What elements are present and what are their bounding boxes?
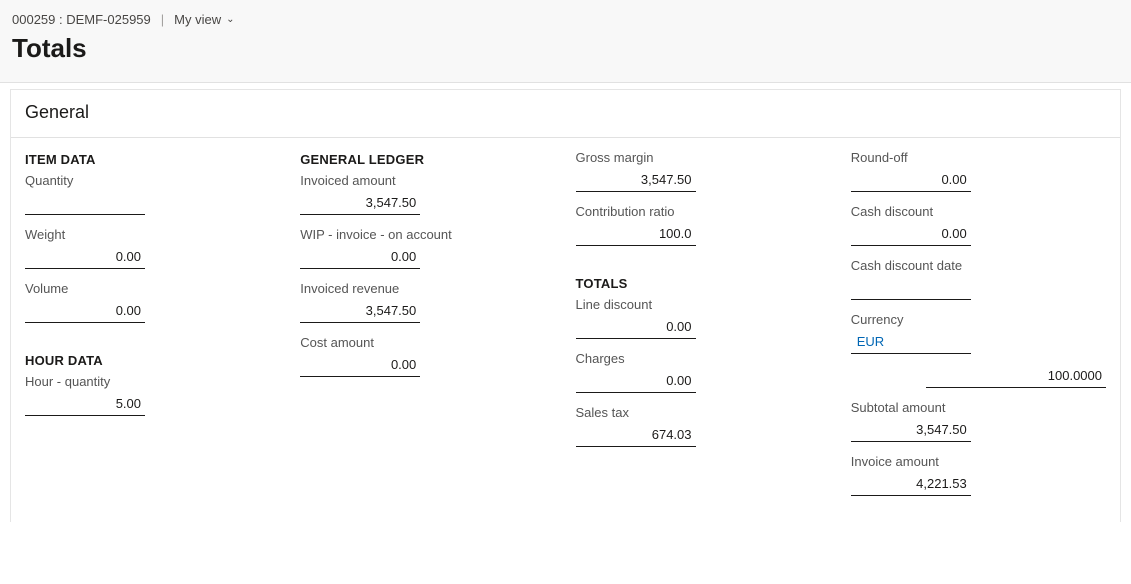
gross-margin-value[interactable]: 3,547.50 [576, 170, 696, 192]
invoiced-revenue-field: Invoiced revenue 3,547.50 [300, 281, 555, 323]
sales-tax-field: Sales tax 674.03 [576, 405, 831, 447]
invoiced-amount-label: Invoiced amount [300, 173, 555, 188]
line-discount-label: Line discount [576, 297, 831, 312]
cost-amount-value[interactable]: 0.00 [300, 355, 420, 377]
quantity-value[interactable] [25, 193, 145, 215]
totals-heading: TOTALS [576, 276, 831, 291]
invoiced-revenue-label: Invoiced revenue [300, 281, 555, 296]
line-discount-value[interactable]: 0.00 [576, 317, 696, 339]
charges-label: Charges [576, 351, 831, 366]
column-4: Round-off 0.00 Cash discount 0.00 Cash d… [841, 150, 1116, 508]
hour-quantity-field: Hour - quantity 5.00 [25, 374, 280, 416]
cash-discount-date-label: Cash discount date [851, 258, 1106, 273]
gross-margin-field: Gross margin 3,547.50 [576, 150, 831, 192]
contribution-ratio-label: Contribution ratio [576, 204, 831, 219]
wip-value[interactable]: 0.00 [300, 247, 420, 269]
exchange-rate-value[interactable]: 100.0000 [926, 366, 1106, 388]
quantity-label: Quantity [25, 173, 280, 188]
general-panel: General ITEM DATA Quantity Weight 0.00 V… [10, 89, 1121, 522]
column-1: ITEM DATA Quantity Weight 0.00 Volume 0.… [15, 150, 290, 508]
column-3: Gross margin 3,547.50 Contribution ratio… [566, 150, 841, 508]
invoiced-amount-field: Invoiced amount 3,547.50 [300, 173, 555, 215]
column-2: GENERAL LEDGER Invoiced amount 3,547.50 … [290, 150, 565, 508]
round-off-value[interactable]: 0.00 [851, 170, 971, 192]
chevron-down-icon: ⌄ [226, 14, 234, 25]
fields-grid: ITEM DATA Quantity Weight 0.00 Volume 0.… [11, 138, 1120, 522]
invoice-amount-label: Invoice amount [851, 454, 1106, 469]
invoiced-amount-value[interactable]: 3,547.50 [300, 193, 420, 215]
invoice-amount-value[interactable]: 4,221.53 [851, 474, 971, 496]
hour-data-heading: HOUR DATA [25, 353, 280, 368]
volume-label: Volume [25, 281, 280, 296]
round-off-field: Round-off 0.00 [851, 150, 1106, 192]
cash-discount-value[interactable]: 0.00 [851, 224, 971, 246]
gross-margin-label: Gross margin [576, 150, 831, 165]
view-selector-button[interactable]: My view ⌄ [174, 12, 234, 27]
breadcrumb-separator: | [161, 12, 164, 27]
page-title: Totals [12, 33, 1119, 64]
hour-quantity-label: Hour - quantity [25, 374, 280, 389]
charges-value[interactable]: 0.00 [576, 371, 696, 393]
wip-field: WIP - invoice - on account 0.00 [300, 227, 555, 269]
wip-label: WIP - invoice - on account [300, 227, 555, 242]
currency-field: Currency EUR [851, 312, 1106, 354]
cash-discount-date-value[interactable] [851, 278, 971, 300]
weight-label: Weight [25, 227, 280, 242]
cost-amount-field: Cost amount 0.00 [300, 335, 555, 377]
round-off-label: Round-off [851, 150, 1106, 165]
currency-value[interactable]: EUR [851, 332, 971, 354]
weight-field: Weight 0.00 [25, 227, 280, 269]
weight-value[interactable]: 0.00 [25, 247, 145, 269]
contribution-ratio-value[interactable]: 100.0 [576, 224, 696, 246]
line-discount-field: Line discount 0.00 [576, 297, 831, 339]
volume-field: Volume 0.00 [25, 281, 280, 323]
invoiced-revenue-value[interactable]: 3,547.50 [300, 301, 420, 323]
invoice-amount-field: Invoice amount 4,221.53 [851, 454, 1106, 496]
item-data-heading: ITEM DATA [25, 152, 280, 167]
hour-quantity-value[interactable]: 5.00 [25, 394, 145, 416]
currency-label: Currency [851, 312, 1106, 327]
contribution-ratio-field: Contribution ratio 100.0 [576, 204, 831, 246]
general-ledger-heading: GENERAL LEDGER [300, 152, 555, 167]
subtotal-field: Subtotal amount 3,547.50 [851, 400, 1106, 442]
cost-amount-label: Cost amount [300, 335, 555, 350]
sales-tax-label: Sales tax [576, 405, 831, 420]
subtotal-value[interactable]: 3,547.50 [851, 420, 971, 442]
breadcrumb-row: 000259 : DEMF-025959 | My view ⌄ [12, 12, 1119, 27]
view-selector-label: My view [174, 12, 221, 27]
cash-discount-field: Cash discount 0.00 [851, 204, 1106, 246]
sales-tax-value[interactable]: 674.03 [576, 425, 696, 447]
exchange-rate-field: 100.0000 [851, 366, 1106, 388]
panel-title: General [11, 90, 1120, 138]
subtotal-label: Subtotal amount [851, 400, 1106, 415]
cash-discount-label: Cash discount [851, 204, 1106, 219]
quantity-field: Quantity [25, 173, 280, 215]
cash-discount-date-field: Cash discount date [851, 258, 1106, 300]
breadcrumb: 000259 : DEMF-025959 [12, 12, 151, 27]
volume-value[interactable]: 0.00 [25, 301, 145, 323]
page-header: 000259 : DEMF-025959 | My view ⌄ Totals [0, 0, 1131, 83]
charges-field: Charges 0.00 [576, 351, 831, 393]
